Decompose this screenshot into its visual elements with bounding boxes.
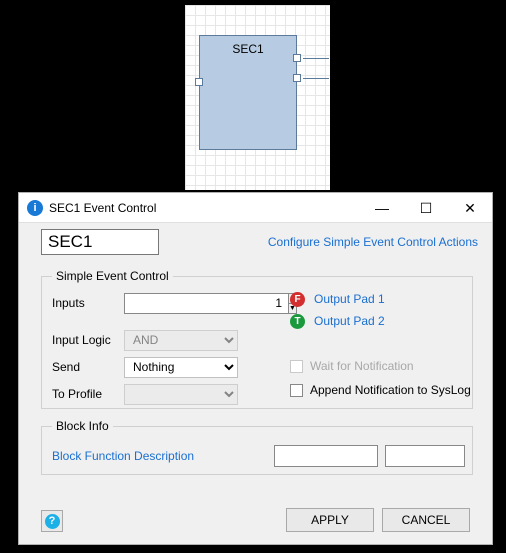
- block-info-field-1[interactable]: [274, 445, 378, 467]
- output-pads: F Output Pad 1 T Output Pad 2: [290, 289, 385, 333]
- wire-output-1: [303, 58, 329, 59]
- block-input-port[interactable]: [195, 78, 203, 86]
- diagram-canvas: SEC1: [185, 5, 330, 190]
- sec-legend: Simple Event Control: [52, 269, 173, 283]
- append-syslog-row: Append Notification to SysLog: [290, 383, 471, 397]
- input-logic-row: Input Logic AND: [52, 328, 462, 352]
- block-info-legend: Block Info: [52, 419, 113, 433]
- inputs-spinner[interactable]: ▲ ▼: [124, 293, 238, 314]
- block-node-sec1[interactable]: SEC1: [199, 35, 297, 150]
- dialog-title: SEC1 Event Control: [49, 201, 360, 215]
- maximize-button[interactable]: ☐: [404, 193, 448, 223]
- wire-output-2: [303, 78, 329, 79]
- block-info-group: Block Info Block Function Description: [41, 419, 473, 475]
- input-logic-select: AND: [124, 330, 238, 351]
- inputs-label: Inputs: [52, 296, 124, 310]
- false-pad-icon: F: [290, 292, 305, 307]
- output-pad-1-link[interactable]: Output Pad 1: [314, 292, 385, 306]
- close-button[interactable]: ✕: [448, 193, 492, 223]
- cancel-button[interactable]: CANCEL: [382, 508, 470, 532]
- configure-actions-link[interactable]: Configure Simple Event Control Actions: [268, 235, 478, 249]
- help-icon: ?: [45, 514, 60, 529]
- block-output-port-1[interactable]: [293, 54, 301, 62]
- block-function-description-link[interactable]: Block Function Description: [52, 449, 194, 463]
- to-profile-label: To Profile: [52, 387, 124, 401]
- inputs-row: Inputs ▲ ▼: [52, 291, 462, 315]
- apply-button[interactable]: APPLY: [286, 508, 374, 532]
- minimize-button[interactable]: —: [360, 193, 404, 223]
- wait-notification-row: Wait for Notification: [290, 359, 414, 373]
- dialog-titlebar: i SEC1 Event Control — ☐ ✕: [19, 193, 492, 223]
- wait-notification-label: Wait for Notification: [310, 359, 414, 373]
- to-profile-select: [124, 384, 238, 405]
- true-pad-icon: T: [290, 314, 305, 329]
- output-pad-2-row: T Output Pad 2: [290, 311, 385, 331]
- send-label: Send: [52, 360, 124, 374]
- simple-event-control-group: Simple Event Control Inputs ▲ ▼ Input Lo…: [41, 269, 473, 409]
- block-name-input[interactable]: [41, 229, 159, 255]
- send-select[interactable]: Nothing: [124, 357, 238, 378]
- info-icon: i: [27, 200, 43, 216]
- append-syslog-checkbox[interactable]: [290, 384, 303, 397]
- help-button[interactable]: ?: [41, 510, 63, 532]
- block-node-label: SEC1: [200, 42, 296, 56]
- block-output-port-2[interactable]: [293, 74, 301, 82]
- dialog-body: Configure Simple Event Control Actions S…: [19, 223, 492, 544]
- event-control-dialog: i SEC1 Event Control — ☐ ✕ Configure Sim…: [18, 192, 493, 545]
- inputs-value-field[interactable]: [124, 293, 288, 314]
- append-syslog-label: Append Notification to SysLog: [310, 383, 471, 397]
- block-info-field-2[interactable]: [385, 445, 465, 467]
- wait-notification-checkbox: [290, 360, 303, 373]
- input-logic-label: Input Logic: [52, 333, 124, 347]
- output-pad-1-row: F Output Pad 1: [290, 289, 385, 309]
- output-pad-2-link[interactable]: Output Pad 2: [314, 314, 385, 328]
